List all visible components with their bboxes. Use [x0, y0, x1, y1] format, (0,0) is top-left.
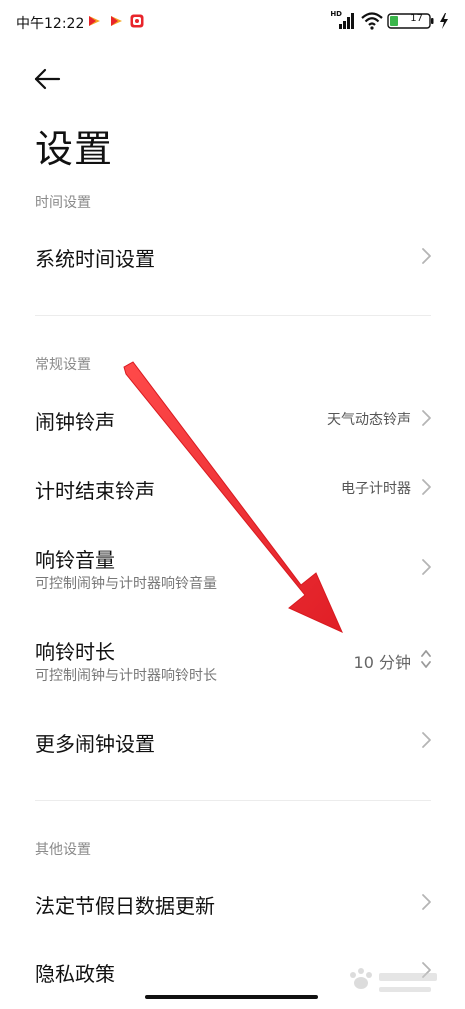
chevron-right-icon: [422, 894, 431, 910]
row-timer-end-ringtone[interactable]: 计时结束铃声 电子计时器: [0, 457, 465, 517]
row-title: 响铃音量: [35, 548, 115, 572]
row-title: 响铃时长: [35, 640, 115, 664]
row-ring-volume[interactable]: 响铃音量 可控制闹钟与计时器响铃音量: [0, 532, 465, 604]
row-title: 法定节假日数据更新: [35, 894, 215, 918]
row-system-time-settings[interactable]: 系统时间设置: [0, 226, 465, 286]
home-indicator[interactable]: [145, 995, 318, 999]
row-title: 隐私政策: [35, 962, 115, 986]
row-title: 计时结束铃声: [35, 479, 155, 503]
status-time: 中午12:22: [16, 16, 85, 32]
row-holiday-data-update[interactable]: 法定节假日数据更新: [0, 872, 465, 932]
chevron-right-icon: [422, 248, 431, 264]
back-arrow-icon[interactable]: [30, 62, 64, 96]
section-divider: [35, 800, 431, 801]
notification-app-icon: [130, 14, 144, 28]
chevron-right-icon: [422, 479, 431, 495]
section-header-general: 常规设置: [35, 357, 91, 373]
section-header-other: 其他设置: [35, 842, 91, 858]
row-more-alarm-settings[interactable]: 更多闹钟设置: [0, 710, 465, 770]
up-down-chevron-icon[interactable]: [419, 648, 433, 670]
chevron-right-icon: [422, 559, 431, 575]
row-value: 电子计时器: [341, 481, 411, 497]
row-subtitle: 可控制闹钟与计时器响铃音量: [35, 576, 217, 592]
row-value: 天气动态铃声: [327, 412, 411, 428]
row-title: 系统时间设置: [35, 247, 155, 271]
row-alarm-ringtone[interactable]: 闹钟铃声 天气动态铃声: [0, 388, 465, 448]
section-header-time: 时间设置: [35, 195, 91, 211]
cellular-signal-icon: [339, 13, 354, 29]
status-bar: 中午12:22 HD 17: [0, 0, 465, 44]
ring-duration-value[interactable]: 10 分钟: [354, 649, 411, 673]
row-subtitle: 可控制闹钟与计时器响铃时长: [35, 668, 217, 684]
chevron-right-icon: [422, 410, 431, 426]
charging-bolt-icon: [440, 13, 448, 29]
row-title: 更多闹钟设置: [35, 732, 155, 756]
notification-flag-icon: [89, 16, 100, 26]
wifi-icon: [361, 12, 383, 30]
chevron-right-icon: [422, 732, 431, 748]
section-divider: [35, 315, 431, 316]
page-title: 设置: [35, 127, 114, 171]
battery-level: 17: [410, 13, 423, 24]
notification-flag-icon: [111, 16, 122, 26]
watermark-logo: [350, 968, 437, 992]
row-title: 闹钟铃声: [35, 410, 115, 434]
row-ring-duration[interactable]: 响铃时长 可控制闹钟与计时器响铃时长 10 分钟: [0, 624, 465, 696]
